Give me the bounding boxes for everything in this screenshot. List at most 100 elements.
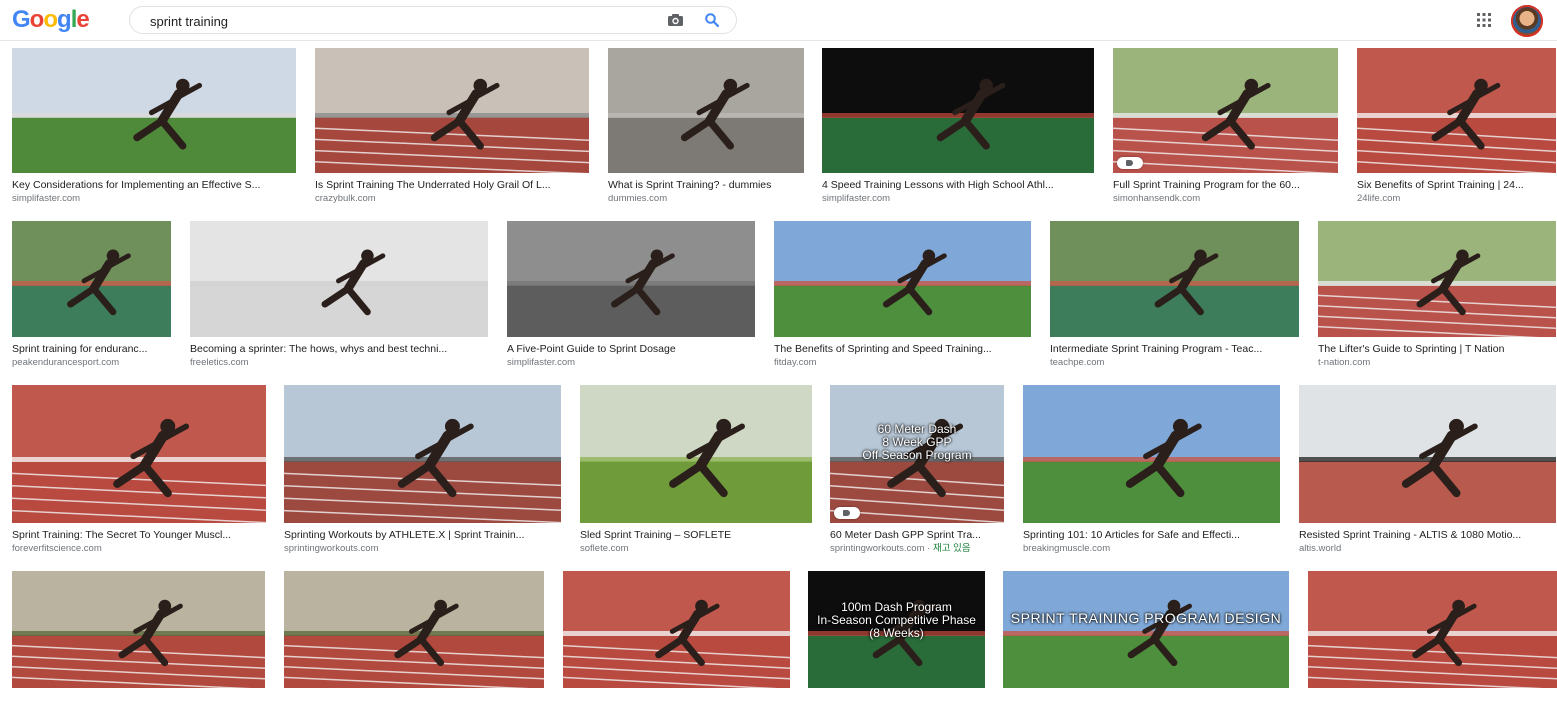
result-thumbnail[interactable]: SPRINT TRAINING PROGRAM DESIGN — [1003, 571, 1289, 688]
result-thumbnail[interactable] — [580, 385, 812, 523]
domain-text: simplifaster.com — [507, 357, 576, 368]
result-domain[interactable]: teachpe.com — [1050, 357, 1299, 369]
result-title[interactable]: The Lifter's Guide to Sprinting | T Nati… — [1318, 343, 1556, 356]
result-title[interactable]: Key Considerations for Implementing an E… — [12, 179, 296, 192]
image-result[interactable]: Sprinting 101: 10 Articles for Safe and … — [1023, 385, 1280, 555]
image-result[interactable] — [563, 571, 790, 718]
domain-text: altis.world — [1299, 543, 1342, 554]
result-thumbnail[interactable] — [315, 48, 589, 173]
image-result[interactable]: Is Sprint Training The Underrated Holy G… — [315, 48, 589, 205]
result-domain[interactable]: simplifaster.com — [12, 193, 296, 205]
image-result[interactable]: Sprint Training: The Secret To Younger M… — [12, 385, 266, 555]
image-result[interactable] — [12, 571, 265, 718]
result-title[interactable]: What is Sprint Training? - dummies — [608, 179, 804, 192]
result-thumbnail[interactable]: 100m Dash Program In-Season Competitive P… — [808, 571, 985, 688]
result-title[interactable]: Resisted Sprint Training - ALTIS & 1080 … — [1299, 529, 1556, 542]
result-thumbnail[interactable] — [1050, 221, 1299, 337]
image-result[interactable]: Intermediate Sprint Training Program - T… — [1050, 221, 1299, 369]
image-result[interactable]: Six Benefits of Sprint Training | 24... 2… — [1357, 48, 1556, 205]
image-result[interactable]: A Five-Point Guide to Sprint Dosage simpl… — [507, 221, 755, 369]
product-tag-icon — [1117, 157, 1143, 169]
result-title[interactable]: 4 Speed Training Lessons with High Schoo… — [822, 179, 1094, 192]
domain-text: peakendurancesport.com — [12, 357, 120, 368]
result-domain[interactable]: simplifaster.com — [822, 193, 1094, 205]
result-domain[interactable]: peakendurancesport.com — [12, 357, 171, 369]
image-result[interactable]: Key Considerations for Implementing an E… — [12, 48, 296, 205]
image-result[interactable]: Becoming a sprinter: The hows, whys and … — [190, 221, 488, 369]
image-result[interactable]: The Benefits of Sprinting and Speed Trai… — [774, 221, 1031, 369]
result-thumbnail[interactable] — [12, 221, 171, 337]
result-title[interactable]: Intermediate Sprint Training Program - T… — [1050, 343, 1299, 356]
thumbnail-overlay-text: SPRINT TRAINING PROGRAM DESIGN — [1003, 611, 1289, 625]
image-result[interactable]: 4 Speed Training Lessons with High Schoo… — [822, 48, 1094, 205]
image-result[interactable]: SPRINT TRAINING PROGRAM DESIGN — [1003, 571, 1289, 718]
image-results-grid: Key Considerations for Implementing an E… — [0, 0, 1557, 688]
domain-text: sprintingworkouts.com — [284, 543, 379, 554]
result-title[interactable]: Is Sprint Training The Underrated Holy G… — [315, 179, 589, 192]
result-thumbnail[interactable] — [1357, 48, 1556, 173]
domain-text: t-nation.com — [1318, 357, 1371, 368]
result-thumbnail[interactable] — [190, 221, 488, 337]
result-thumbnail[interactable] — [507, 221, 755, 337]
result-thumbnail[interactable] — [563, 571, 790, 688]
result-thumbnail[interactable] — [1308, 571, 1557, 688]
result-title[interactable]: Sprinting 101: 10 Articles for Safe and … — [1023, 529, 1280, 542]
result-title[interactable]: Sled Sprint Training – SOFLETE — [580, 529, 812, 542]
result-title[interactable]: Becoming a sprinter: The hows, whys and … — [190, 343, 488, 356]
separator: · — [924, 543, 933, 554]
result-domain[interactable]: t-nation.com — [1318, 357, 1556, 369]
domain-text: foreverfitscience.com — [12, 543, 102, 554]
result-domain[interactable]: foreverfitscience.com — [12, 543, 266, 555]
result-domain[interactable]: freeletics.com — [190, 357, 488, 369]
result-domain[interactable]: 24life.com — [1357, 193, 1556, 205]
result-title[interactable]: Sprint training for enduranc... — [12, 343, 171, 356]
result-thumbnail[interactable] — [1023, 385, 1280, 523]
result-thumbnail[interactable] — [608, 48, 804, 173]
result-thumbnail[interactable] — [1318, 221, 1556, 337]
image-result[interactable]: Sprint training for enduranc... peakendur… — [12, 221, 171, 369]
image-result[interactable]: 60 Meter Dash 8 Week GPP Off Season Progra… — [830, 385, 1004, 555]
result-thumbnail[interactable] — [774, 221, 1031, 337]
result-title[interactable]: 60 Meter Dash GPP Sprint Tra... — [830, 529, 1004, 542]
result-thumbnail[interactable] — [1113, 48, 1338, 173]
domain-text: sprintingworkouts.com — [830, 543, 925, 554]
image-result[interactable] — [1308, 571, 1557, 718]
result-domain[interactable]: fitday.com — [774, 357, 1031, 369]
result-domain[interactable]: simplifaster.com — [507, 357, 755, 369]
image-result[interactable]: Full Sprint Training Program for the 60.… — [1113, 48, 1338, 205]
result-thumbnail[interactable] — [284, 385, 561, 523]
image-result[interactable] — [284, 571, 544, 718]
image-result[interactable]: Sprinting Workouts by ATHLETE.X | Sprint… — [284, 385, 561, 555]
result-title[interactable]: Sprinting Workouts by ATHLETE.X | Sprint… — [284, 529, 561, 542]
result-domain[interactable]: simonhansendk.com — [1113, 193, 1338, 205]
result-thumbnail[interactable] — [12, 385, 266, 523]
result-domain[interactable]: sprintingworkouts.com · 재고 있음 — [830, 543, 1004, 555]
result-domain[interactable]: crazybulk.com — [315, 193, 589, 205]
result-title[interactable]: Sprint Training: The Secret To Younger M… — [12, 529, 266, 542]
domain-text: simonhansendk.com — [1113, 193, 1201, 204]
result-title[interactable]: A Five-Point Guide to Sprint Dosage — [507, 343, 755, 356]
result-domain[interactable]: sprintingworkouts.com — [284, 543, 561, 555]
result-thumbnail[interactable] — [284, 571, 544, 688]
result-title[interactable]: Six Benefits of Sprint Training | 24... — [1357, 179, 1556, 192]
image-result[interactable]: The Lifter's Guide to Sprinting | T Nati… — [1318, 221, 1556, 369]
result-domain[interactable]: breakingmuscle.com — [1023, 543, 1280, 555]
image-result[interactable]: Resisted Sprint Training - ALTIS & 1080 … — [1299, 385, 1556, 555]
result-thumbnail[interactable] — [12, 48, 296, 173]
domain-text: crazybulk.com — [315, 193, 376, 204]
result-thumbnail[interactable] — [822, 48, 1094, 173]
result-thumbnail[interactable]: 60 Meter Dash 8 Week GPP Off Season Progra… — [830, 385, 1004, 523]
result-domain[interactable]: dummies.com — [608, 193, 804, 205]
result-thumbnail[interactable] — [12, 571, 265, 688]
domain-text: freeletics.com — [190, 357, 249, 368]
result-domain[interactable]: soflete.com — [580, 543, 812, 555]
domain-text: fitday.com — [774, 357, 817, 368]
image-result[interactable]: 100m Dash Program In-Season Competitive P… — [808, 571, 985, 718]
result-domain[interactable]: altis.world — [1299, 543, 1556, 555]
result-title[interactable]: Full Sprint Training Program for the 60.… — [1113, 179, 1338, 192]
image-result[interactable]: Sled Sprint Training – SOFLETE soflete.co… — [580, 385, 812, 555]
image-result[interactable]: What is Sprint Training? - dummies dummie… — [608, 48, 804, 205]
result-title[interactable]: The Benefits of Sprinting and Speed Trai… — [774, 343, 1031, 356]
result-thumbnail[interactable] — [1299, 385, 1556, 523]
domain-text: simplifaster.com — [12, 193, 81, 204]
